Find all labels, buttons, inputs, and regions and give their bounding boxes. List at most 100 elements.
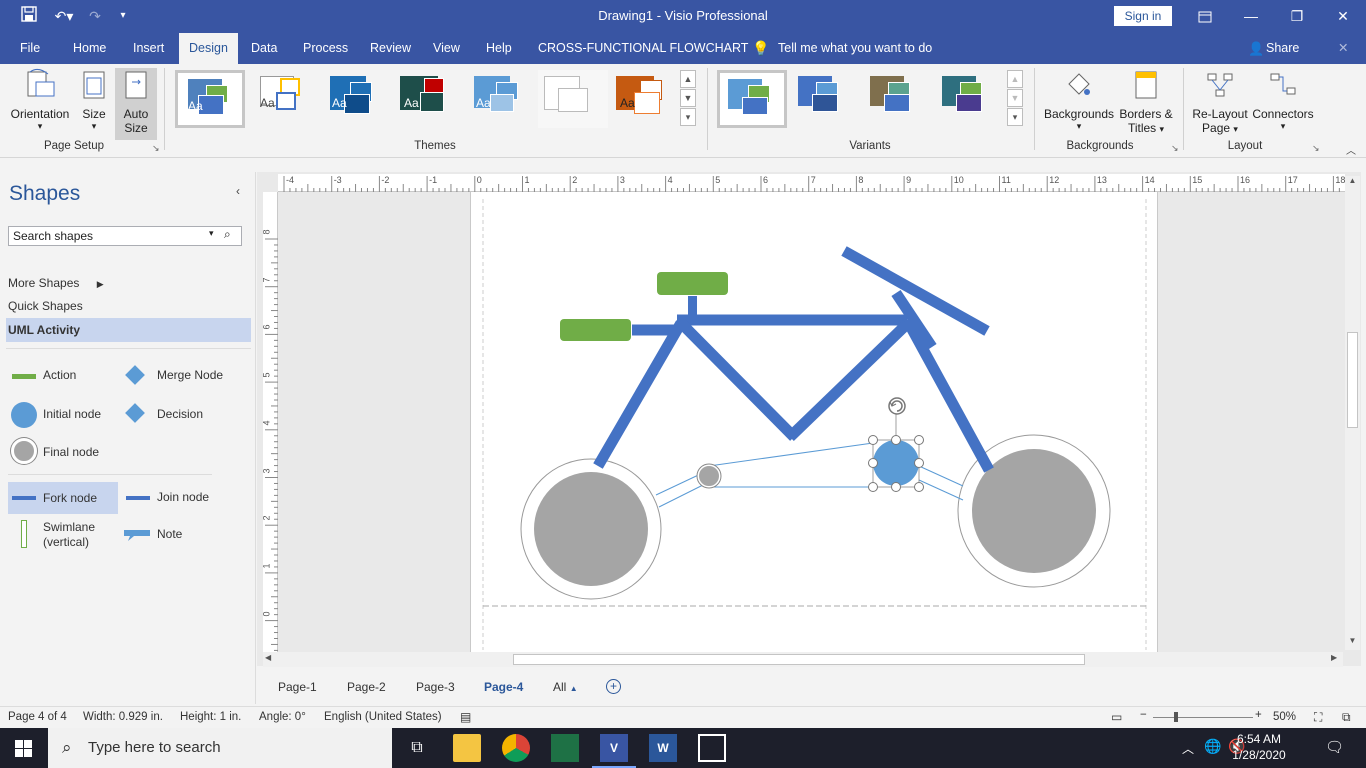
search-shapes-input[interactable]: Search shapes ▾ ⌕ [8, 226, 242, 246]
themes-more-icon[interactable]: ▾ [680, 108, 696, 126]
presentation-mode-icon[interactable]: ▭ [1111, 710, 1122, 724]
taskbar-search-box[interactable]: ⌕ Type here to search [48, 728, 392, 768]
themes-scroll-down-icon[interactable]: ▼ [680, 89, 696, 107]
collapse-pane-icon[interactable]: ‹ [236, 184, 240, 198]
stencil-final-node[interactable]: Final node [8, 438, 118, 466]
scroll-right-icon[interactable]: ▶ [1331, 653, 1337, 662]
layout-dialog-launcher-icon[interactable]: ↘ [1312, 143, 1320, 154]
zoom-level[interactable]: 50% [1273, 711, 1296, 723]
add-page-icon[interactable]: + [606, 679, 621, 694]
share-button[interactable]: Share [1266, 33, 1299, 64]
tab-design[interactable]: Design [179, 33, 238, 64]
stencil-action[interactable]: Action [8, 368, 118, 386]
seat-post[interactable] [688, 296, 697, 318]
task-view-icon[interactable]: ⧉ [403, 734, 431, 762]
word-icon[interactable]: W [649, 734, 677, 762]
close-ribbon-icon[interactable]: ✕ [1338, 33, 1348, 64]
stencil-merge-node[interactable]: Merge Node [122, 365, 242, 386]
horizontal-scrollbar[interactable]: ◀ ▶ [263, 652, 1343, 667]
tab-process[interactable]: Process [303, 33, 348, 64]
orientation-button[interactable]: Orientation ▾ [8, 68, 72, 132]
zoom-slider-thumb[interactable] [1174, 712, 1178, 722]
scroll-down-icon[interactable]: ▼ [1345, 636, 1360, 650]
stencil-note[interactable]: Note [122, 527, 242, 545]
page-tab-1[interactable]: Page-1 [278, 680, 317, 694]
connectors-button[interactable]: Connectors ▾ [1251, 68, 1315, 132]
stencil-initial-node[interactable]: Initial node [8, 402, 118, 428]
uml-activity-stencil[interactable]: UML Activity [6, 318, 251, 342]
borders-titles-button[interactable]: Borders & Titles ▾ [1117, 68, 1175, 135]
variants-gallery-scroll[interactable]: ▲ ▼ ▾ [1007, 70, 1023, 128]
theme-option-6[interactable] [538, 70, 608, 128]
close-icon[interactable]: ✕ [1320, 0, 1366, 33]
variant-option-1[interactable] [717, 70, 787, 128]
network-globe-icon[interactable]: 🌐 [1204, 738, 1221, 755]
horizontal-scroll-thumb[interactable] [513, 654, 1085, 665]
vertical-scroll-thumb[interactable] [1347, 332, 1358, 428]
tab-file[interactable]: File [20, 33, 40, 64]
bike-frame[interactable] [593, 246, 994, 473]
switch-windows-icon[interactable]: ⧉ [1342, 710, 1351, 725]
handle-action-shape[interactable] [560, 319, 631, 341]
fit-page-icon[interactable]: ⛶ [1314, 710, 1322, 725]
tab-cross-functional-flowchart[interactable]: CROSS-FUNCTIONAL FLOWCHART [538, 33, 748, 64]
theme-option-2[interactable]: Aa [250, 70, 320, 128]
page-setup-dialog-launcher-icon[interactable]: ↘ [152, 143, 160, 154]
scroll-left-icon[interactable]: ◀ [265, 653, 271, 662]
themes-scroll-up-icon[interactable]: ▲ [680, 70, 696, 88]
tab-data[interactable]: Data [251, 33, 277, 64]
quick-shapes-link[interactable]: Quick Shapes [8, 299, 83, 313]
page-tab-2[interactable]: Page-2 [347, 680, 386, 694]
zoom-slider[interactable] [1153, 717, 1253, 718]
page-tab-4[interactable]: Page-4 [484, 680, 523, 694]
vertical-scrollbar[interactable]: ▲ ▼ [1345, 176, 1360, 650]
tell-me-search[interactable]: Tell me what you want to do [778, 33, 932, 64]
theme-option-7[interactable]: Aa [610, 70, 680, 128]
theme-option-1[interactable]: Aa [175, 70, 245, 128]
zoom-out-icon[interactable]: − [1140, 709, 1147, 721]
tab-insert[interactable]: Insert [133, 33, 164, 64]
variant-option-3[interactable] [862, 70, 932, 128]
front-gear-initial-node[interactable] [873, 440, 919, 486]
search-icon[interactable]: ⌕ [224, 227, 231, 242]
tab-home[interactable]: Home [73, 33, 106, 64]
tab-view[interactable]: View [433, 33, 460, 64]
search-dropdown-icon[interactable]: ▾ [209, 228, 214, 239]
rear-wheel-final-node[interactable] [534, 472, 648, 586]
rear-gear-final-node[interactable] [697, 464, 721, 488]
file-explorer-icon[interactable] [453, 734, 481, 762]
all-pages-button[interactable]: All ▲ [553, 680, 578, 694]
taskbar-clock[interactable]: 6:54 AM 1/28/2020 [1224, 731, 1294, 763]
sign-in-button[interactable]: Sign in [1114, 6, 1172, 26]
macro-record-icon[interactable]: ▤ [460, 710, 471, 724]
theme-option-5[interactable]: Aa [466, 70, 536, 128]
variant-option-4[interactable] [934, 70, 1004, 128]
photos-icon[interactable] [698, 734, 726, 762]
backgrounds-button[interactable]: Backgrounds ▾ [1042, 68, 1116, 132]
chrome-icon[interactable] [502, 734, 530, 762]
stencil-fork-node[interactable]: Fork node [8, 482, 118, 514]
variant-option-2[interactable] [790, 70, 860, 128]
restore-icon[interactable]: ❐ [1274, 0, 1320, 33]
windows-start-icon[interactable] [15, 740, 32, 760]
scroll-up-icon[interactable]: ▲ [1345, 176, 1360, 190]
visio-icon[interactable]: V [600, 734, 628, 762]
stencil-swimlane-vertical[interactable]: Swimlane (vertical) [8, 520, 118, 550]
page-tab-3[interactable]: Page-3 [416, 680, 455, 694]
auto-size-button[interactable]: Auto Size [115, 68, 157, 140]
size-button[interactable]: Size ▾ [78, 68, 110, 132]
seat-action-shape[interactable] [657, 272, 728, 295]
more-shapes-link[interactable]: More Shapes ▶ [8, 276, 104, 290]
stencil-join-node[interactable]: Join node [122, 490, 242, 508]
drawing-page[interactable] [470, 192, 1158, 652]
theme-option-3[interactable]: Aa [322, 70, 392, 128]
collapse-ribbon-icon[interactable]: ︿ [1346, 142, 1356, 157]
minimize-icon[interactable]: — [1228, 0, 1274, 33]
themes-gallery-scroll[interactable]: ▲ ▼ ▾ [680, 70, 696, 128]
tab-review[interactable]: Review [370, 33, 411, 64]
page-number-status[interactable]: Page 4 of 4 [8, 711, 67, 723]
show-hidden-icons-icon[interactable]: ︿ [1182, 740, 1194, 757]
relayout-page-button[interactable]: Re-Layout Page ▾ [1190, 68, 1250, 135]
rotation-handle-icon[interactable] [888, 397, 906, 415]
notifications-icon[interactable]: 🗨 [1325, 738, 1344, 756]
